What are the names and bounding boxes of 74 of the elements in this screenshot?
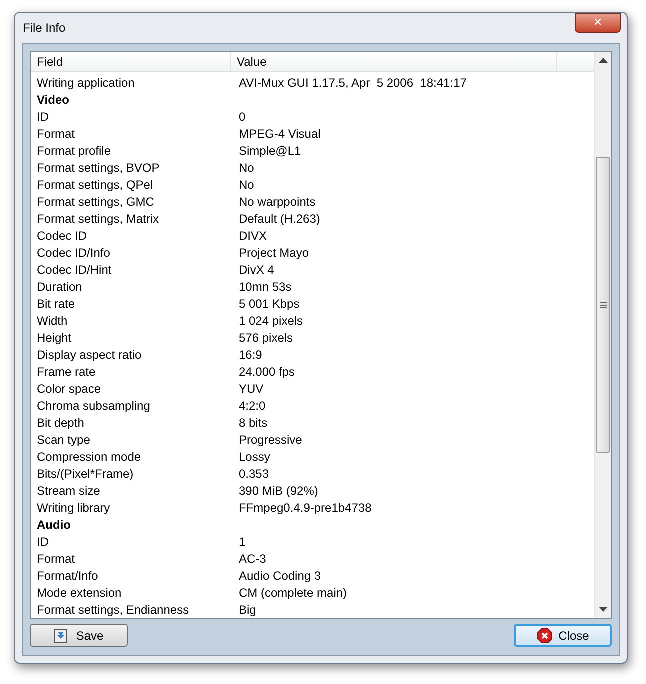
field-name: ID: [36, 534, 50, 550]
field-value: 5 001 Kbps: [238, 296, 301, 312]
field-name: Codec ID/Hint: [36, 262, 113, 278]
field-name: Format settings, GMC: [36, 194, 156, 210]
field-value: YUV: [238, 380, 265, 398]
field-value: 24.000 fps: [238, 364, 296, 380]
section-heading: Video: [36, 92, 70, 108]
field-name: Chroma subsampling: [36, 398, 152, 414]
field-value: FFmpeg0.4.9-pre1b4738: [238, 500, 373, 516]
field-value: DIVX: [238, 228, 268, 244]
field-name: Bits/(Pixel*Frame): [36, 466, 135, 482]
save-icon: [54, 628, 70, 644]
field-value: 1 024 pixels: [238, 312, 304, 330]
close-icon: [536, 628, 553, 644]
column-header[interactable]: Field: [31, 52, 231, 71]
field-value: 576 pixels: [238, 330, 294, 346]
scrollbar[interactable]: [594, 52, 611, 618]
field-name: Codec ID: [36, 228, 88, 244]
field-value: 10mn 53s: [238, 278, 293, 296]
field-value: 4:2:0: [238, 398, 267, 414]
close-dialog-button[interactable]: Close: [514, 624, 612, 647]
field-name: Format: [36, 126, 76, 142]
field-value: 1: [238, 534, 247, 550]
field-name: Format settings, BVOP: [36, 160, 161, 176]
field-name: Format settings, QPel: [36, 176, 154, 194]
field-value: No warppoints: [238, 194, 317, 210]
window-title: File Info: [23, 20, 66, 37]
field-name: Duration: [36, 278, 84, 296]
field-name: Display aspect ratio: [36, 346, 143, 364]
field-name: Bit rate: [36, 296, 76, 312]
field-value: CM (complete main): [238, 584, 348, 602]
field-name: ID: [36, 108, 50, 126]
field-value: Progressive: [238, 432, 304, 448]
field-name: Width: [36, 312, 69, 330]
field-name: Color space: [36, 380, 102, 398]
field-name: Codec ID/Info: [36, 244, 112, 262]
scroll-up-icon[interactable]: [598, 58, 608, 63]
field-name: Compression mode: [36, 448, 142, 466]
field-name: Format settings, Endianness: [36, 602, 190, 618]
field-value: MPEG-4 Visual: [238, 126, 322, 142]
section-heading: Audio: [36, 516, 72, 534]
field-value: 390 MiB (92%): [238, 482, 320, 500]
field-value: Audio Coding 3: [238, 568, 322, 584]
field-value: AC-3: [238, 550, 268, 568]
field-name: Format: [36, 550, 76, 568]
field-value: 8 bits: [238, 414, 269, 432]
field-value: Big: [238, 602, 258, 618]
grip-icon: [600, 302, 606, 308]
field-value: No: [238, 176, 256, 194]
field-value: Simple@L1: [238, 142, 302, 160]
field-name: Scan type: [36, 432, 92, 448]
field-value: Lossy: [238, 448, 272, 466]
field-name: Frame rate: [36, 364, 97, 380]
field-value: 16:9: [238, 346, 264, 364]
field-value: DivX 4: [238, 262, 276, 278]
field-name: Writing application: [36, 74, 136, 92]
field-name: Height: [36, 330, 73, 346]
field-value: 0: [238, 108, 247, 126]
column-header[interactable]: Value: [231, 52, 557, 71]
field-name: Writing library: [36, 500, 112, 516]
scroll-down-icon[interactable]: [598, 607, 608, 612]
field-value: Project Mayo: [238, 244, 310, 262]
field-value: No: [238, 160, 256, 176]
field-name: Format settings, Matrix: [36, 210, 160, 228]
field-name: Bit depth: [36, 414, 86, 432]
field-name: Format profile: [36, 142, 112, 160]
field-value: Default (H.263): [238, 210, 322, 228]
field-name: Stream size: [36, 482, 102, 500]
field-value: AVI-Mux GUI 1.17.5, Apr 5 2006 18:41:17: [238, 74, 468, 92]
field-value: 0.353: [238, 466, 270, 482]
scroll-thumb[interactable]: [596, 157, 610, 453]
field-name: Mode extension: [36, 584, 123, 602]
field-name: Format/Info: [36, 568, 100, 584]
save-button[interactable]: Save: [30, 624, 128, 647]
